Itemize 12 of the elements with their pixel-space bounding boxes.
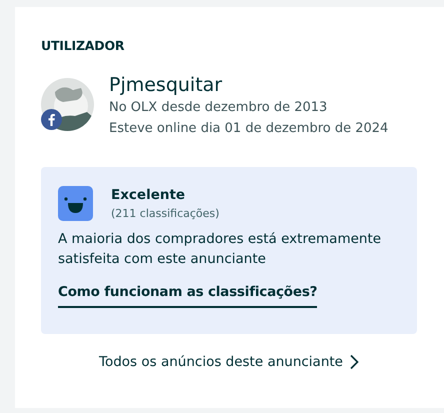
last-online: Esteve online dia 01 de dezembro de 2024 xyxy=(109,120,388,138)
rating-count: (211 classificações) xyxy=(111,206,220,222)
chevron-right-icon xyxy=(349,354,359,370)
smiley-icon xyxy=(58,186,93,221)
member-since: No OLX desde dezembro de 2013 xyxy=(109,99,328,117)
rating-description: A maioria dos compradores está extremamente satisfeita com este anunciante xyxy=(58,230,382,269)
all-ads-link[interactable]: Todos os anúncios deste anunciante xyxy=(99,354,359,370)
user-name: Pjmesquitar xyxy=(109,73,222,97)
ratings-info-link[interactable]: Como funcionam as classificações? xyxy=(58,284,318,308)
badge-icon xyxy=(41,109,62,130)
section-title: UTILIZADOR xyxy=(41,38,124,53)
rating-label: Excelente xyxy=(111,186,186,205)
